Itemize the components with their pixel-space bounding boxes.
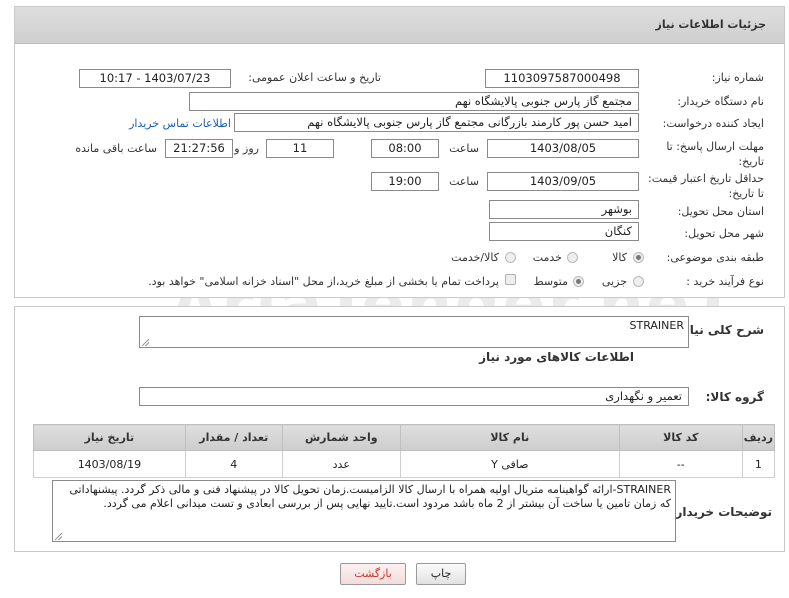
need-number-field[interactable]: 1103097587000498	[485, 69, 639, 88]
reply-time-word: ساعت	[449, 142, 479, 155]
remaining-time-field[interactable]: 21:27:56	[165, 139, 233, 158]
col-header-qty: تعداد / مقدار	[184, 424, 283, 451]
city-field[interactable]: کنگان	[489, 222, 639, 241]
description-label: شرح کلی نیاز:	[678, 323, 764, 337]
print-button[interactable]: چاپ	[416, 563, 466, 585]
buyer-notes-field[interactable]: STRAINER-ارائه گواهینامه متریال اولیه هم…	[52, 480, 676, 542]
remaining-word: ساعت باقی مانده	[75, 142, 157, 155]
treasury-checkbox[interactable]	[505, 274, 516, 285]
process-option-minor: جزیی	[601, 275, 627, 288]
category-option-service: خدمت	[532, 251, 562, 264]
price-date-field[interactable]: 1403/09/05	[487, 172, 639, 191]
cell-unit: عدد	[281, 450, 401, 478]
goods-info-title: اطلاعات کالاهای مورد نیاز	[479, 350, 634, 364]
buyer-label: نام دستگاه خریدار:	[677, 95, 764, 108]
days-count-field[interactable]: 11	[266, 139, 334, 158]
days-word: روز و	[234, 142, 259, 155]
goods-group-field[interactable]: تعمیر و نگهداری	[139, 387, 689, 406]
category-radio-both[interactable]	[505, 252, 516, 263]
need-summary-panel: شرح کلی نیاز: STRAINER اطلاعات کالاهای م…	[14, 306, 785, 552]
cell-name: صافی Y	[399, 450, 620, 478]
page-title: جزئیات اطلاعات نیاز	[655, 18, 767, 31]
col-header-row: ردیف	[741, 424, 776, 451]
category-label: طبقه بندی موضوعی:	[666, 251, 764, 264]
need-number-label: شماره نیاز:	[711, 71, 764, 84]
reply-date-field[interactable]: 1403/08/05	[487, 139, 639, 158]
process-label: نوع فرآیند خرید :	[686, 275, 764, 288]
price-time-field[interactable]: 19:00	[371, 172, 439, 191]
price-validity-label: حداقل تاریخ اعتبار قیمت: تا تاریخ:	[648, 172, 764, 200]
process-radio-medium[interactable]	[573, 276, 584, 287]
table-header-row: ردیف کد کالا نام کالا واحد شمارش تعداد /…	[33, 424, 776, 451]
goods-group-label: گروه کالا:	[705, 390, 764, 404]
resize-grip-icon[interactable]	[55, 533, 62, 540]
price-time-word: ساعت	[449, 175, 479, 188]
buyer-notes-text: STRAINER-ارائه گواهینامه متریال اولیه هم…	[69, 483, 671, 510]
cell-code: --	[618, 450, 743, 478]
process-option-medium: متوسط	[533, 275, 568, 288]
reply-deadline-label: مهلت ارسال پاسخ: تا تاریخ:	[666, 140, 764, 168]
cell-date: 1403/08/19	[33, 450, 186, 478]
process-radio-minor[interactable]	[633, 276, 644, 287]
buyer-notes-label: توضیحات خریدار:	[670, 505, 772, 519]
description-text: STRAINER	[629, 319, 685, 332]
col-header-date: تاریخ نیاز	[33, 424, 186, 451]
treasury-note: پرداخت تمام یا بخشی از مبلغ خرید،از محل …	[148, 275, 499, 288]
table-row[interactable]: 1 -- صافی Y عدد 4 1403/08/19	[33, 450, 776, 478]
goods-table: ردیف کد کالا نام کالا واحد شمارش تعداد /…	[33, 424, 776, 478]
buyer-name-field[interactable]: مجتمع گاز پارس جنوبی پالایشگاه نهم	[189, 92, 639, 111]
category-radio-goods[interactable]	[633, 252, 644, 263]
city-label: شهر محل تحویل:	[684, 227, 764, 240]
back-button[interactable]: بازگشت	[340, 563, 406, 585]
resize-grip-icon[interactable]	[142, 339, 149, 346]
col-header-unit: واحد شمارش	[281, 424, 401, 451]
panel-header: جزئیات اطلاعات نیاز	[15, 7, 784, 44]
category-option-goods: کالا	[612, 251, 627, 264]
reply-time-field[interactable]: 08:00	[371, 139, 439, 158]
description-field[interactable]: STRAINER	[139, 316, 689, 348]
col-header-code: کد کالا	[618, 424, 743, 451]
creator-label: ایجاد کننده درخواست:	[662, 117, 764, 130]
cell-qty: 4	[184, 450, 283, 478]
buyer-contact-link[interactable]: اطلاعات تماس خریدار	[129, 117, 231, 130]
cell-row: 1	[741, 450, 776, 478]
creator-field[interactable]: امید حسن پور کارمند بازرگانی مجتمع گاز پ…	[234, 113, 639, 132]
category-option-both: کالا/خدمت	[451, 251, 499, 264]
category-radio-service[interactable]	[567, 252, 578, 263]
need-details-panel: جزئیات اطلاعات نیاز شماره نیاز: 11030975…	[14, 6, 785, 298]
province-field[interactable]: بوشهر	[489, 200, 639, 219]
announce-label: تاریخ و ساعت اعلان عمومی:	[248, 71, 381, 84]
col-header-name: نام کالا	[399, 424, 620, 451]
announce-datetime-field[interactable]: 1403/07/23 - 10:17	[79, 69, 231, 88]
province-label: استان محل تحویل:	[677, 205, 764, 218]
